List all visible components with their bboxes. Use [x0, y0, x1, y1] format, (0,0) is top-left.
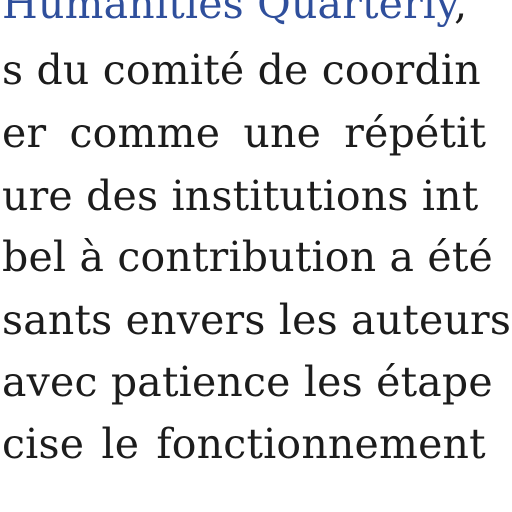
journal-title-link[interactable]: Humanities Quarterly — [2, 0, 454, 28]
text-line-7: avec patience les étape — [2, 358, 493, 406]
text-line-8: cise le fonctionnement — [2, 420, 486, 468]
text-line-2: s du comité de coordin — [2, 46, 481, 94]
text-line-3: er comme une répétit — [2, 109, 487, 157]
text-line-6: sants envers les auteurs — [2, 296, 512, 344]
document-page: Humanities Quarterly, s du comité de coo… — [0, 0, 512, 512]
text-line-4: ure des institutions int — [2, 172, 479, 220]
text-line-5: bel à contribution a été — [2, 233, 494, 281]
text-line-1: Humanities Quarterly, — [2, 0, 467, 25]
comma-text: , — [454, 0, 468, 28]
